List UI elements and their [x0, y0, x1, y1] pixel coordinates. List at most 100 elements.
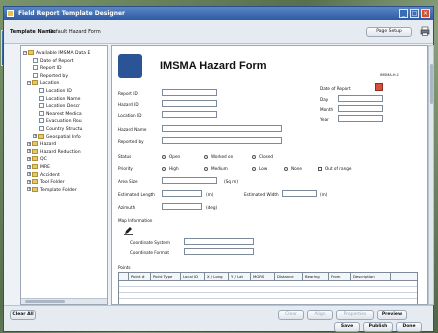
points-label: Points: [118, 265, 131, 270]
azimuth-field[interactable]: [162, 203, 202, 210]
month-field[interactable]: [338, 105, 383, 112]
expand-icon[interactable]: +: [33, 134, 37, 139]
vertical-scrollbar[interactable]: [428, 45, 434, 305]
out-of-range-checkbox[interactable]: Out of range: [318, 166, 351, 171]
month-label: Month: [320, 107, 334, 112]
status-open-option[interactable]: Open: [162, 154, 180, 159]
minimize-button[interactable]: _: [399, 9, 408, 18]
data-element-tree[interactable]: − Available IMSMA Data E Date of Report Rep…: [20, 45, 108, 305]
expand-icon[interactable]: −: [23, 50, 27, 55]
tree-item-label: Evacuation Rou: [46, 119, 82, 125]
area-size-field[interactable]: [162, 177, 217, 184]
table-column-header[interactable]: Local ID: [181, 273, 205, 280]
expand-icon[interactable]: −: [27, 80, 31, 85]
scroll-thumb[interactable]: [430, 64, 433, 104]
template-name-value[interactable]: Default Hazard Form: [49, 29, 101, 35]
tree-item-label: Location Descr: [46, 104, 81, 110]
expand-icon[interactable]: +: [27, 141, 31, 146]
status-closed-option[interactable]: Closed: [252, 154, 273, 159]
reported-by-label: Reported by: [118, 139, 144, 144]
table-column-header[interactable]: X / Long: [205, 273, 229, 280]
field-icon: [39, 126, 44, 131]
table-column-header[interactable]: From: [329, 273, 351, 280]
page-setup-button[interactable]: Page Setup: [366, 27, 412, 37]
azimuth-label: Azimuth: [118, 205, 136, 210]
form-title: IMSMA Hazard Form: [160, 60, 267, 72]
folder-icon: [32, 186, 38, 192]
hazard-id-field[interactable]: [162, 100, 217, 107]
tree-item-label: Report ID: [40, 66, 62, 72]
tree-item-label: Hazard Reduction: [40, 149, 81, 155]
location-id-label: Location ID: [118, 113, 142, 118]
table-column-header[interactable]: MGRS: [251, 273, 275, 280]
tree-item-label: Accident: [40, 172, 60, 178]
field-icon: [39, 88, 44, 93]
expand-icon[interactable]: +: [27, 164, 31, 169]
priority-none-option[interactable]: None: [284, 166, 302, 171]
table-column-header[interactable]: Point #: [129, 273, 151, 280]
coordinate-system-field[interactable]: [184, 238, 254, 245]
scroll-thumb[interactable]: [25, 300, 65, 303]
align-button[interactable]: Align: [307, 310, 333, 320]
form-canvas[interactable]: IMSMA Hazard Form IMSMA-H-1 Report ID Ha…: [111, 45, 428, 305]
clear-button[interactable]: Clear: [278, 310, 304, 320]
done-button[interactable]: Done: [396, 322, 422, 332]
priority-low-option[interactable]: Low: [252, 166, 267, 171]
priority-high-option[interactable]: High: [162, 166, 179, 171]
expand-icon[interactable]: +: [27, 187, 31, 192]
table-column-header[interactable]: Description: [351, 273, 391, 280]
hazard-name-field[interactable]: [162, 125, 282, 132]
field-icon: [33, 57, 38, 63]
save-button[interactable]: Save: [334, 322, 360, 332]
expand-icon[interactable]: +: [27, 149, 31, 154]
table-column-header[interactable]: Distance: [275, 273, 303, 280]
tree-item-label: Hazard: [40, 142, 57, 148]
points-table-body[interactable]: [118, 281, 418, 304]
tree-item-label: Reported by: [40, 73, 69, 79]
status-worked-option[interactable]: Worked on: [204, 154, 233, 159]
tree-item-label: Location: [40, 81, 60, 87]
date-of-report-label: Date of Report: [320, 86, 351, 91]
field-icon: [39, 118, 44, 124]
coordinate-format-field[interactable]: [184, 248, 254, 255]
tree-item-label: Location Name: [46, 96, 81, 102]
folder-icon: [38, 133, 44, 139]
year-label: Year: [320, 117, 329, 122]
report-id-field[interactable]: [162, 89, 217, 96]
table-column-header[interactable]: Bearing: [303, 273, 329, 280]
maximize-button[interactable]: □: [410, 9, 419, 18]
tree-item-label: MRE: [40, 165, 51, 170]
estimated-width-field[interactable]: [282, 190, 317, 197]
tree-item-label: Date of Report: [40, 58, 74, 64]
expand-icon[interactable]: +: [27, 179, 31, 184]
horizontal-scrollbar[interactable]: [21, 298, 107, 304]
length-unit: (m): [206, 192, 214, 197]
folder-icon: [32, 156, 38, 162]
toolbar: Template Name: Default Hazard Form Page …: [4, 20, 433, 44]
table-column-header[interactable]: Point Type: [151, 273, 181, 280]
azimuth-unit: (deg): [206, 205, 218, 210]
field-icon: [33, 72, 38, 78]
year-field[interactable]: [338, 115, 383, 122]
width-unit: (m): [320, 192, 328, 197]
table-column-header[interactable]: Y / Lat: [229, 273, 251, 280]
report-id-label: Report ID: [118, 91, 138, 96]
publish-button[interactable]: Publish: [363, 322, 393, 332]
expand-icon[interactable]: +: [27, 172, 31, 177]
expand-icon[interactable]: +: [27, 156, 31, 161]
location-id-field[interactable]: [162, 111, 217, 118]
reported-by-field[interactable]: [162, 137, 282, 144]
day-field[interactable]: [338, 95, 383, 102]
status-label: Status: [118, 154, 132, 159]
folder-icon: [32, 80, 38, 86]
properties-button[interactable]: Properties: [336, 310, 374, 320]
preview-button[interactable]: Preview: [377, 310, 407, 320]
clear-all-button[interactable]: Clear All: [10, 310, 36, 320]
tree-item[interactable]: + Template Folder: [27, 186, 77, 195]
priority-medium-option[interactable]: Medium: [204, 166, 228, 171]
calendar-icon[interactable]: [375, 83, 383, 91]
table-row[interactable]: [119, 293, 417, 299]
printer-icon[interactable]: [420, 26, 430, 36]
close-button[interactable]: ×: [421, 9, 430, 18]
estimated-length-field[interactable]: [162, 190, 202, 197]
